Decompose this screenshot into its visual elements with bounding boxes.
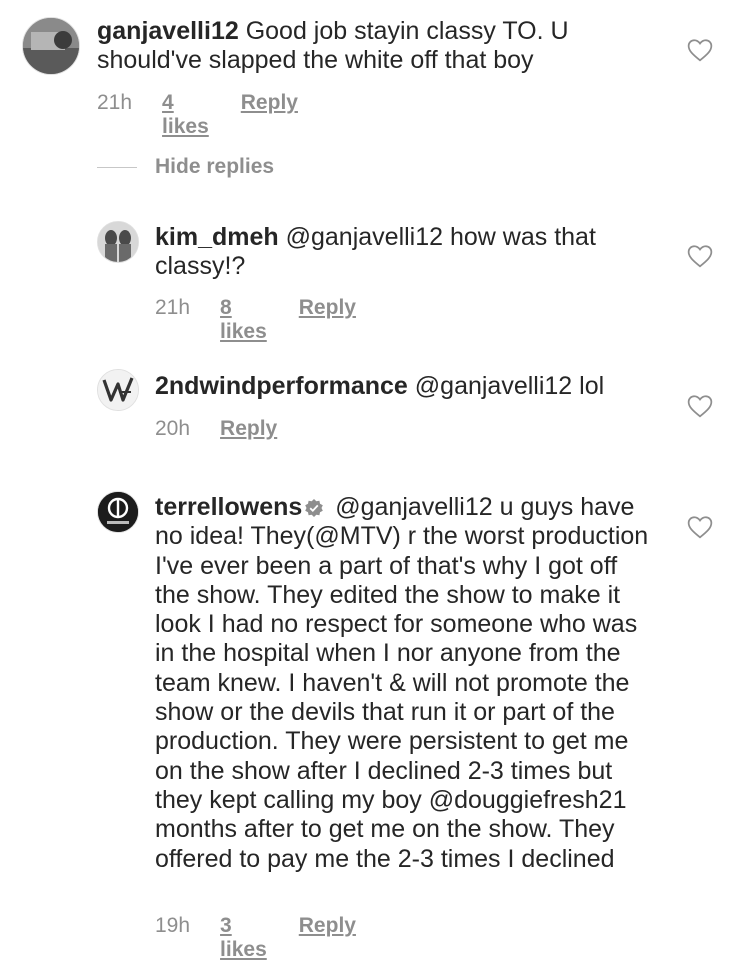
comment-meta: 19h 3 likes Reply <box>155 914 356 962</box>
comment-text-block: ganjavelli12 Good job stayin classy TO. … <box>97 17 617 76</box>
comment-username[interactable]: ganjavelli12 <box>97 17 239 45</box>
avatar-image-icon <box>23 18 79 74</box>
avatar-image-icon <box>98 222 138 262</box>
heart-icon[interactable] <box>687 244 713 268</box>
heart-icon[interactable] <box>687 515 713 539</box>
comment-meta: 21h 4 likes Reply <box>97 91 298 139</box>
comment-text-block: kim_dmeh @ganjavelli12 how was that clas… <box>155 223 625 282</box>
comment-username[interactable]: terrellowens <box>155 493 302 521</box>
comment-timestamp: 21h <box>155 296 191 319</box>
comment-timestamp: 19h <box>155 914 191 937</box>
comment-meta: 20h Reply <box>155 417 277 441</box>
logo-w-icon <box>98 370 138 410</box>
comment-text-block: terrellowens @ganjavelli12 u guys have n… <box>155 493 655 874</box>
heart-icon[interactable] <box>687 394 713 418</box>
reply-button[interactable]: Reply <box>299 296 356 320</box>
comment-timestamp: 20h <box>155 417 191 440</box>
reply-button[interactable]: Reply <box>220 417 277 441</box>
logo-circle-icon <box>98 492 138 532</box>
avatar[interactable] <box>97 369 139 411</box>
hide-replies-divider <box>97 166 137 168</box>
comment-username[interactable]: 2ndwindperformance <box>155 372 408 400</box>
verified-badge-icon <box>305 499 324 517</box>
reply-button[interactable]: Reply <box>241 91 298 115</box>
heart-icon[interactable] <box>687 38 713 62</box>
hide-replies-label: Hide replies <box>155 155 275 178</box>
comment-timestamp: 21h <box>97 91 133 114</box>
comment-body: @ganjavelli12 u guys have no idea! They(… <box>155 493 649 873</box>
reply-button[interactable]: Reply <box>299 914 356 938</box>
likes-link[interactable]: 4 likes <box>162 91 209 139</box>
avatar[interactable] <box>97 221 139 263</box>
avatar[interactable] <box>22 17 80 75</box>
likes-link[interactable]: 3 likes <box>220 914 267 962</box>
avatar[interactable] <box>97 491 139 533</box>
hide-replies-button[interactable]: Hide replies <box>97 155 274 179</box>
comment-text-block: 2ndwindperformance @ganjavelli12 lol <box>155 372 655 401</box>
comment-meta: 21h 8 likes Reply <box>155 296 356 344</box>
comment-body: @ganjavelli12 lol <box>414 372 605 400</box>
likes-link[interactable]: 8 likes <box>220 296 267 344</box>
comment-username[interactable]: kim_dmeh <box>155 223 279 251</box>
